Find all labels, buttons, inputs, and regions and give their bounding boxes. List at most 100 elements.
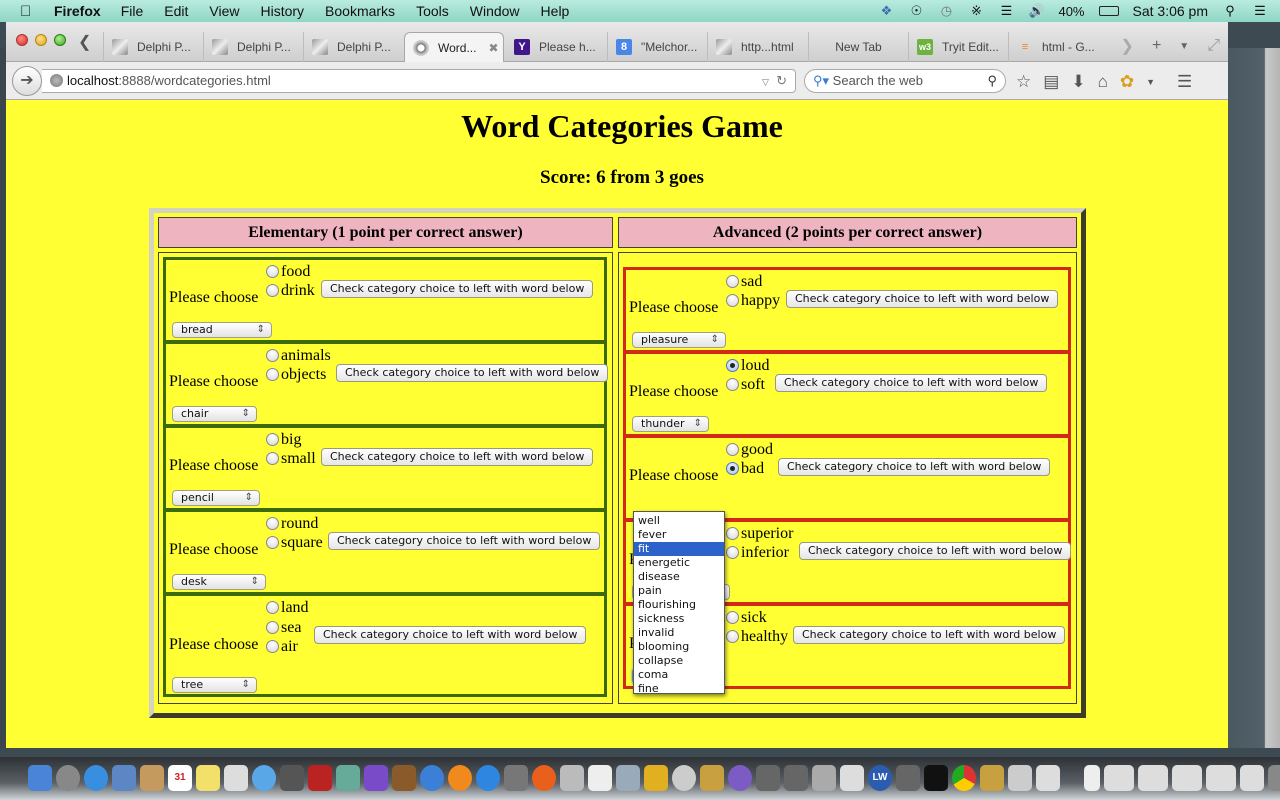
app-icon[interactable] xyxy=(700,765,724,791)
radio-option[interactable]: round xyxy=(266,514,318,533)
radio-option[interactable]: good xyxy=(726,440,773,459)
zoom-window-button[interactable] xyxy=(54,34,66,46)
app-icon[interactable] xyxy=(840,765,864,791)
dropbox-icon[interactable]: ❖ xyxy=(878,3,894,19)
check-category-button[interactable]: Check category choice to left with word … xyxy=(314,626,587,644)
radio-button[interactable] xyxy=(726,611,739,624)
tab[interactable]: w3 Tryit Edit... xyxy=(908,32,1008,62)
chrome-icon[interactable] xyxy=(952,765,976,791)
radio-button-checked[interactable] xyxy=(726,462,739,475)
radio-option[interactable]: big xyxy=(266,430,301,449)
check-category-button[interactable]: Check category choice to left with word … xyxy=(793,626,1066,644)
menu-view[interactable]: View xyxy=(209,3,239,19)
trash-icon[interactable] xyxy=(1268,765,1280,791)
firebug-icon[interactable]: ✿ xyxy=(1120,72,1134,92)
app-icon[interactable] xyxy=(896,765,920,791)
minimized-window-icon[interactable] xyxy=(1172,765,1202,791)
new-tab-icon[interactable]: + xyxy=(1152,37,1161,55)
dropdown-option[interactable]: collapse xyxy=(634,654,724,668)
radio-button[interactable] xyxy=(266,640,279,653)
dropdown-option[interactable]: pain xyxy=(634,584,724,598)
word-select[interactable]: desk ⇕ xyxy=(172,574,266,590)
radio-button[interactable] xyxy=(266,433,279,446)
radio-button[interactable] xyxy=(726,546,739,559)
radio-option[interactable]: objects xyxy=(266,365,326,384)
reading-list-icon[interactable]: ▤ xyxy=(1043,72,1059,92)
tab-scroll-right-icon[interactable]: ❯ xyxy=(1121,36,1134,56)
close-tab-icon[interactable]: ✖ xyxy=(488,41,498,55)
back-button[interactable]: ➔ xyxy=(12,66,42,96)
tab[interactable]: http...html xyxy=(707,32,807,62)
accessibility-icon[interactable]: ☉ xyxy=(908,3,924,19)
dropdown-option[interactable]: invalid xyxy=(634,626,724,640)
tab[interactable]: New Tab xyxy=(808,32,908,62)
calendar-icon[interactable]: 31 xyxy=(168,765,192,791)
app-icon[interactable]: LW xyxy=(868,765,892,791)
menu-file[interactable]: File xyxy=(121,3,144,19)
time-machine-icon[interactable]: ◷ xyxy=(938,3,954,19)
firebug-dropdown-icon[interactable]: ▼ xyxy=(1146,77,1155,87)
check-category-button[interactable]: Check category choice to left with word … xyxy=(321,280,594,298)
app-icon[interactable] xyxy=(644,765,668,791)
radio-option[interactable]: food xyxy=(266,262,310,281)
dropdown-option[interactable]: flourishing xyxy=(634,598,724,612)
word-select[interactable]: thunder ⇕ xyxy=(632,416,709,432)
radio-option[interactable]: bad xyxy=(726,459,764,478)
clock[interactable]: Sat 3:06 pm xyxy=(1133,3,1209,19)
bluetooth-icon[interactable]: ※ xyxy=(968,3,984,19)
dropdown-option[interactable]: fit xyxy=(634,542,724,556)
radio-option[interactable]: healthy xyxy=(726,627,788,646)
garageband-icon[interactable] xyxy=(392,765,416,791)
radio-button[interactable] xyxy=(266,452,279,465)
radio-option[interactable]: soft xyxy=(726,375,765,394)
radio-option[interactable]: land xyxy=(266,598,309,617)
radio-option[interactable]: animals xyxy=(266,346,331,365)
facetime-icon[interactable] xyxy=(280,765,304,791)
contacts-icon[interactable] xyxy=(140,765,164,791)
app-icon[interactable] xyxy=(784,765,808,791)
check-category-button[interactable]: Check category choice to left with word … xyxy=(778,458,1051,476)
word-select[interactable]: bread ⇕ xyxy=(172,322,272,338)
terminal-icon[interactable] xyxy=(924,765,948,791)
app-icon[interactable] xyxy=(1008,765,1032,791)
photo-booth-icon[interactable] xyxy=(308,765,332,791)
word-select[interactable]: pleasure ⇕ xyxy=(632,332,726,348)
close-window-button[interactable] xyxy=(16,34,28,46)
search-engine-icon[interactable]: ⚲▾ xyxy=(813,73,829,88)
radio-option[interactable]: drink xyxy=(266,281,315,300)
spotlight-search-icon[interactable]: ⚲ xyxy=(1222,3,1238,19)
radio-option[interactable]: superior xyxy=(726,524,793,543)
tab[interactable]: Delphi P... xyxy=(303,32,403,62)
radio-button-checked[interactable] xyxy=(726,359,739,372)
launchpad-icon[interactable] xyxy=(56,765,80,791)
menu-hamburger-icon[interactable]: ☰ xyxy=(1177,72,1192,92)
site-identity-globe-icon[interactable] xyxy=(50,74,63,87)
menu-edit[interactable]: Edit xyxy=(164,3,188,19)
safari-icon[interactable] xyxy=(84,765,108,791)
itunes-icon[interactable] xyxy=(420,765,444,791)
dropdown-option[interactable]: blooming xyxy=(634,640,724,654)
notes-icon[interactable] xyxy=(196,765,220,791)
apple-menu-icon[interactable]:  xyxy=(20,3,40,20)
minimize-window-button[interactable] xyxy=(35,34,47,46)
minimized-window-icon[interactable] xyxy=(1138,765,1168,791)
word-select[interactable]: pencil ⇕ xyxy=(172,490,260,506)
radio-button[interactable] xyxy=(266,265,279,278)
check-category-button[interactable]: Check category choice to left with word … xyxy=(786,290,1059,308)
radio-button[interactable] xyxy=(726,294,739,307)
dropdown-option[interactable]: fine xyxy=(634,682,724,696)
app-icon[interactable] xyxy=(616,765,640,791)
tab[interactable]: ≡ html - G... xyxy=(1008,32,1108,62)
radio-option[interactable]: square xyxy=(266,533,323,552)
app-store-icon[interactable] xyxy=(476,765,500,791)
ibooks-icon[interactable] xyxy=(448,765,472,791)
radio-option[interactable]: sad xyxy=(726,272,762,291)
radio-button[interactable] xyxy=(266,517,279,530)
word-dropdown-list[interactable]: well fever fit energetic disease pain flourish… xyxy=(633,511,725,696)
iphoto-icon[interactable] xyxy=(336,765,360,791)
radio-button[interactable] xyxy=(266,536,279,549)
menu-window[interactable]: Window xyxy=(470,3,520,19)
dropdown-option[interactable]: energetic xyxy=(634,556,724,570)
menu-bookmarks[interactable]: Bookmarks xyxy=(325,3,395,19)
notification-center-icon[interactable]: ☰ xyxy=(1252,3,1268,19)
